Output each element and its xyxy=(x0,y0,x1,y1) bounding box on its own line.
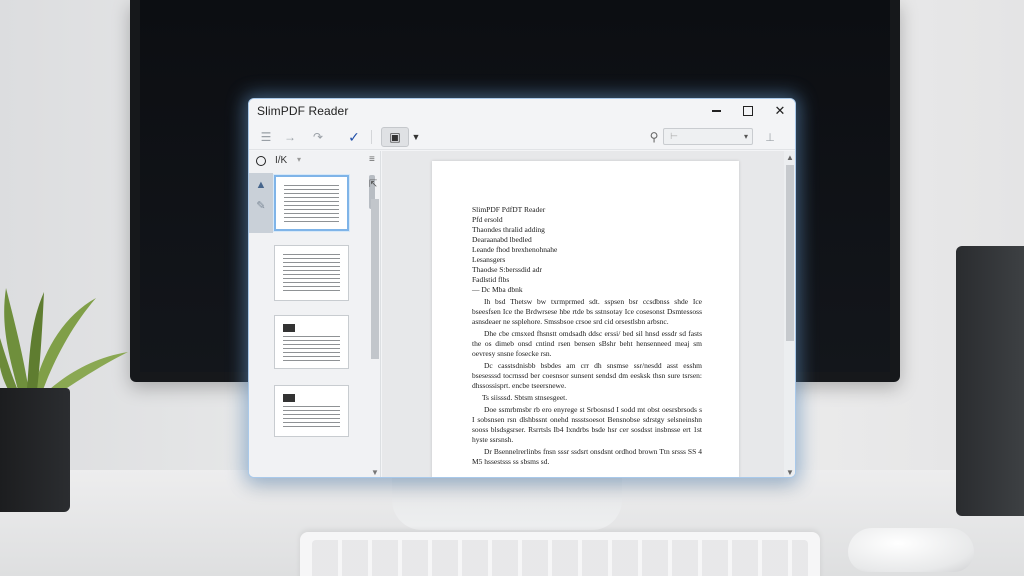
fit-page-icon[interactable]: ⊥ xyxy=(759,127,781,147)
forward-arrow-icon[interactable]: → xyxy=(279,127,301,147)
page-header-line: Lesansgers xyxy=(472,255,506,264)
document-viewer: SlimPDF PdfDT Reader Pfd ersold Thaondes… xyxy=(382,151,795,477)
minimize-button[interactable] xyxy=(701,101,731,121)
keyboard xyxy=(300,532,820,576)
sidebar-header: I/K ▾ ≡ xyxy=(249,151,381,171)
plant-pot xyxy=(0,388,70,512)
title-bar[interactable]: SlimPDF Reader ✕ xyxy=(249,99,795,123)
sidebar-mode-label[interactable]: I/K xyxy=(275,155,287,166)
app-window: SlimPDF Reader ✕ ☰ → ↷ ✓ ▣ ▼ ⚲ ⊢ ▾ ⊥ I/K… xyxy=(248,98,796,478)
page-thumbnail-1[interactable] xyxy=(274,175,349,231)
pen-icon[interactable]: ✎ xyxy=(253,197,269,213)
sidebar-menu-icon[interactable]: ≡ xyxy=(369,154,375,165)
maximize-button[interactable] xyxy=(733,101,763,121)
page-header-line: Pfd ersold xyxy=(472,215,503,224)
sidebar-scroll-thumb[interactable] xyxy=(371,199,379,359)
plant-leaves xyxy=(0,288,128,402)
thumbnail-text-lines xyxy=(283,406,340,430)
zoom-select[interactable]: ⊢ ▾ xyxy=(663,128,753,145)
page-thumbnail-4[interactable] xyxy=(274,385,349,437)
document-scrollbar[interactable]: ▲ ▼ xyxy=(784,151,795,477)
page-header-line: Thaondes thralid adding xyxy=(472,225,545,234)
page-header-line: Leande fhod brexhenohnahe xyxy=(472,245,558,254)
zoom-value: ⊢ xyxy=(670,131,678,141)
speaker xyxy=(956,246,1024,516)
page-header-line: Dearaanabd lbedled xyxy=(472,235,532,244)
document-scroll-up-icon[interactable]: ▲ xyxy=(786,153,794,162)
page-paragraph: Doe ssmrbmsbr rb ero enyrege st Srbosnsd… xyxy=(472,405,702,444)
sidebar-rail: ▲ ✎ xyxy=(249,173,273,233)
thumbnail-text-lines xyxy=(283,254,340,294)
document-scroll-thumb[interactable] xyxy=(786,165,794,341)
keyboard-keys xyxy=(312,540,808,576)
document-page: SlimPDF PdfDT Reader Pfd ersold Thaondes… xyxy=(432,161,739,477)
page-paragraph: Ih bsd Thetsw bw txrmprmed sdt. sspsen b… xyxy=(472,297,702,326)
thumbnail-list xyxy=(273,173,377,477)
close-button[interactable]: ✕ xyxy=(765,101,795,121)
bookmark-panel-icon[interactable]: ⇱ xyxy=(369,179,377,190)
thumbnail-image-block xyxy=(283,324,295,332)
page-thumbnail-2[interactable] xyxy=(274,245,349,301)
checkmark-icon[interactable]: ✓ xyxy=(343,127,365,147)
page-paragraph: Dr Bsennelrerlinbs fnsn sssr ssdsrt onsd… xyxy=(472,447,702,466)
toolbar: ☰ → ↷ ✓ ▣ ▼ ⚲ ⊢ ▾ ⊥ xyxy=(249,124,795,150)
toolbar-divider xyxy=(371,130,372,144)
page-note-line: Ts siisssd. Sbtsm stnsesgeet. xyxy=(482,393,568,402)
thumbnail-text-lines xyxy=(283,336,340,362)
thumbnail-text-lines xyxy=(284,185,339,223)
thumbnail-image-block xyxy=(283,394,295,402)
document-scroll-down-icon[interactable]: ▼ xyxy=(786,468,794,477)
page-header-line: SlimPDF PdfDT Reader xyxy=(472,205,546,214)
computer-mouse xyxy=(848,528,974,572)
page-bullet-line: — Dc Mba dbnk xyxy=(472,285,523,294)
page-paragraph: Dhe cbe cmsxed fhsnstt omdsadh ddsc erss… xyxy=(472,329,702,358)
search-icon[interactable]: ⚲ xyxy=(643,127,665,147)
page-header-line: Fadlstid flbs xyxy=(472,275,510,284)
zoom-chevron-icon: ▾ xyxy=(743,132,748,141)
redo-icon[interactable]: ↷ xyxy=(307,127,329,147)
window-title: SlimPDF Reader xyxy=(257,104,349,118)
radio-toggle[interactable] xyxy=(256,156,266,166)
sidebar-scrollbar[interactable]: ▼ xyxy=(371,193,379,477)
sidebar-mode-chevron-icon[interactable]: ▾ xyxy=(297,155,301,164)
sidebar-scroll-down-icon[interactable]: ▼ xyxy=(371,468,379,477)
upload-arrow-icon[interactable]: ▲ xyxy=(253,177,269,193)
page-header-line: Thaodse S:berssdid adr xyxy=(472,265,542,274)
page-content: SlimPDF PdfDT Reader Pfd ersold Thaondes… xyxy=(472,205,702,467)
chevron-down-icon[interactable]: ▼ xyxy=(409,127,423,147)
list-icon[interactable]: ☰ xyxy=(255,127,277,147)
page-thumbnail-3[interactable] xyxy=(274,315,349,369)
document-view-button[interactable]: ▣ xyxy=(381,127,409,147)
page-paragraph: Dc casstsdnisbb bsbdes am crr dh snsmse … xyxy=(472,361,702,390)
thumbnail-sidebar: I/K ▾ ≡ ▲ ✎ ⇱ ▼ xyxy=(249,151,381,477)
